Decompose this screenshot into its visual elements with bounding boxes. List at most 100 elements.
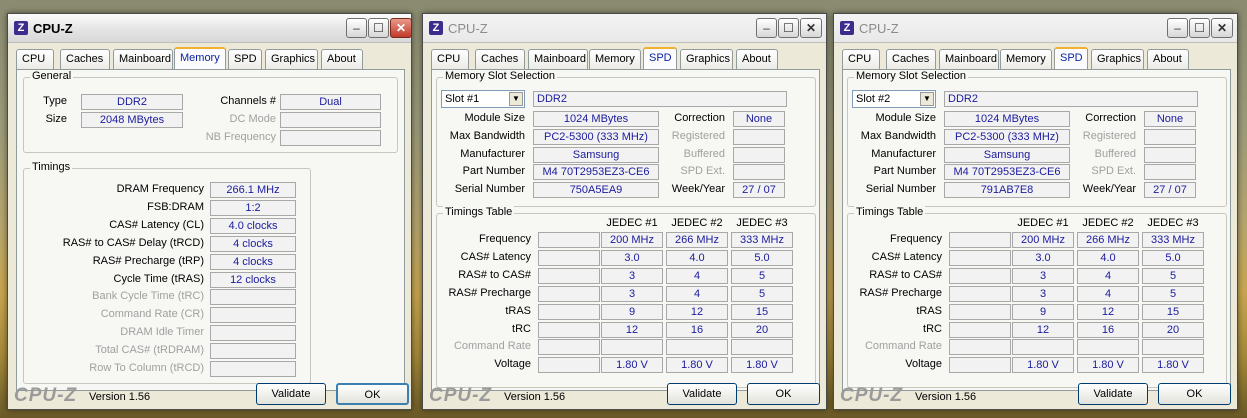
minimize-icon[interactable]: – <box>346 18 367 38</box>
buffered-value <box>733 146 785 163</box>
group-title: General <box>30 70 74 82</box>
jedec-column-header: JEDEC #1 <box>1017 217 1069 229</box>
correction-label: Correction <box>674 112 725 124</box>
chevron-down-icon[interactable]: ▼ <box>509 92 523 106</box>
tab-cpu[interactable]: CPU <box>16 49 54 69</box>
chevron-down-icon[interactable]: ▼ <box>920 92 934 106</box>
slot-select-value: Slot #2 <box>856 93 891 105</box>
timing-label: DRAM Idle Timer <box>120 326 204 339</box>
timing-label: FSB:DRAM <box>147 200 204 213</box>
channels-label: Channels # <box>220 95 276 107</box>
spd-panel: Memory Slot Selection Slot #2 ▼ DDR2 Module … <box>842 69 1231 391</box>
validate-button[interactable]: Validate <box>667 383 737 405</box>
timing-cell: 3 <box>601 285 663 302</box>
timing-value: 266.1 MHz <box>210 182 296 198</box>
minimize-icon[interactable]: – <box>1167 18 1188 38</box>
tab-graphics[interactable]: Graphics <box>680 49 733 69</box>
title-bar[interactable]: Z CPU-Z – ☐ ✕ <box>834 14 1237 43</box>
tab-spd[interactable]: SPD <box>1054 47 1088 69</box>
timing-cell: 3 <box>1012 267 1074 284</box>
memory-type-value: DDR2 <box>944 91 1198 107</box>
timing-cell-empty <box>949 321 1011 338</box>
tab-spd[interactable]: SPD <box>643 47 677 69</box>
timing-cell: 15 <box>1142 303 1204 320</box>
timing-cell: 12 <box>1077 303 1139 320</box>
timing-cell: 1.80 V <box>1142 357 1204 374</box>
timing-cell: 266 MHz <box>666 232 728 248</box>
timing-cell-empty <box>949 285 1011 302</box>
slot-select[interactable]: Slot #2 ▼ <box>852 90 936 108</box>
slot-select[interactable]: Slot #1 ▼ <box>441 90 525 108</box>
max-bandwidth-value: PC2-5300 (333 MHz) <box>533 128 659 145</box>
timing-cell: 16 <box>666 321 728 338</box>
tab-spd[interactable]: SPD <box>228 49 262 69</box>
tab-about[interactable]: About <box>1147 49 1189 69</box>
timing-value: 4 clocks <box>210 253 296 270</box>
ok-button[interactable]: OK <box>747 383 820 405</box>
tab-mainboard[interactable]: Mainboard <box>528 49 588 69</box>
timing-cell: 12 <box>666 303 728 320</box>
validate-button[interactable]: Validate <box>256 383 326 405</box>
week-year-value: 27 / 07 <box>1144 182 1196 199</box>
validate-button[interactable]: Validate <box>1078 383 1148 405</box>
timing-cell: 4 <box>1077 285 1139 302</box>
tab-memory[interactable]: Memory <box>589 49 641 69</box>
ok-button[interactable]: OK <box>336 383 409 405</box>
type-label: Type <box>43 95 67 107</box>
close-icon[interactable]: ✕ <box>1211 18 1233 38</box>
minimize-icon[interactable]: – <box>756 18 777 38</box>
cpuz-app-icon: Z <box>429 21 443 35</box>
tab-mainboard[interactable]: Mainboard <box>939 49 999 69</box>
tab-mainboard[interactable]: Mainboard <box>113 49 173 69</box>
tab-cpu[interactable]: CPU <box>431 49 469 69</box>
close-icon[interactable]: ✕ <box>800 18 822 38</box>
tab-cpu[interactable]: CPU <box>842 49 880 69</box>
timing-value: 4 clocks <box>210 235 296 252</box>
timing-row-label: Frequency <box>479 233 531 245</box>
timing-cell: 4.0 <box>666 249 728 266</box>
jedec-column-header: JEDEC #2 <box>671 217 723 229</box>
timing-cell: 4 <box>666 285 728 302</box>
tab-caches[interactable]: Caches <box>475 49 525 69</box>
correction-value: None <box>733 111 785 127</box>
slot-select-value: Slot #1 <box>445 93 480 105</box>
manufacturer-label: Manufacturer <box>871 147 936 160</box>
maximize-icon[interactable]: ☐ <box>778 18 799 38</box>
timing-value <box>210 307 296 324</box>
tab-graphics[interactable]: Graphics <box>1091 49 1144 69</box>
tab-graphics[interactable]: Graphics <box>265 49 318 69</box>
timing-cell: 5 <box>1142 267 1204 284</box>
spd-panel: Memory Slot Selection Slot #1 ▼ DDR2 Module … <box>431 69 820 391</box>
tab-about[interactable]: About <box>321 49 363 69</box>
registered-label: Registered <box>1082 129 1136 142</box>
module-size-value: 1024 MBytes <box>533 111 659 127</box>
timing-label: RAS# Precharge (tRP) <box>92 254 204 267</box>
slot-selection-group: Memory Slot Selection Slot #2 ▼ DDR2 Module … <box>847 70 1227 207</box>
timing-label: Total CAS# (tRDRAM) <box>95 344 204 357</box>
tab-caches[interactable]: Caches <box>60 49 110 69</box>
cpuz-logo: CPU-Z <box>429 385 493 406</box>
timing-label: Row To Column (tRCD) <box>89 362 204 374</box>
spd-ext-label: SPD Ext. <box>680 165 725 178</box>
timings-group: Timings DRAM Frequency 266.1 MHz FSB:DRAM 1… <box>23 161 311 384</box>
tab-memory[interactable]: Memory <box>1000 49 1052 69</box>
maximize-icon[interactable]: ☐ <box>1189 18 1210 38</box>
dcmode-value <box>280 112 381 128</box>
title-bar[interactable]: Z CPU-Z – ☐ ✕ <box>8 14 412 43</box>
tab-caches[interactable]: Caches <box>886 49 936 69</box>
tab-memory[interactable]: Memory <box>174 47 226 69</box>
title-bar[interactable]: Z CPU-Z – ☐ ✕ <box>423 14 826 43</box>
timing-row-label: Frequency <box>890 233 942 245</box>
timing-value <box>210 289 296 306</box>
timing-label: RAS# to CAS# Delay (tRCD) <box>62 236 204 249</box>
maximize-icon[interactable]: ☐ <box>368 18 389 38</box>
timing-cell: 333 MHz <box>731 232 793 248</box>
timing-cell: 5.0 <box>731 249 793 266</box>
week-year-label: Week/Year <box>671 183 725 196</box>
cpuz-app-icon: Z <box>14 21 28 35</box>
close-icon[interactable]: ✕ <box>390 18 412 38</box>
timing-row-label: CAS# Latency <box>871 250 942 263</box>
ok-button[interactable]: OK <box>1158 383 1231 405</box>
memory-type-value: DDR2 <box>533 91 787 107</box>
tab-about[interactable]: About <box>736 49 778 69</box>
